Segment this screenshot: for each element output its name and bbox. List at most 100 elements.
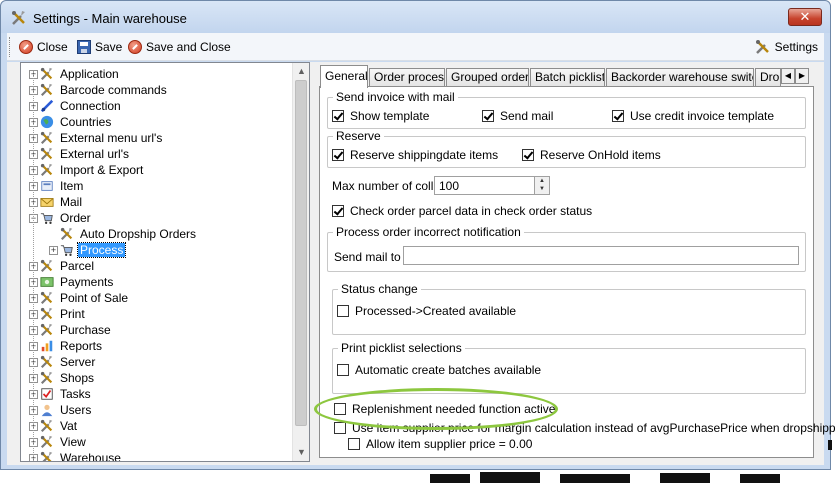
reserve-onhold-label: Reserve OnHold items (540, 148, 661, 162)
tree-item-external-url-s[interactable]: + External url's (29, 146, 131, 162)
tree-item-view[interactable]: + View (29, 434, 88, 450)
users-icon (40, 403, 54, 417)
use-credit-invoice-checkbox[interactable]: Use credit invoice template (612, 109, 774, 123)
toolbar-grip[interactable] (9, 37, 11, 57)
allow-supplier-zero-checkbox[interactable]: Allow item supplier price = 0.00 (348, 437, 532, 451)
tree-item-label: External url's (60, 147, 129, 161)
tree-item-label: Shops (60, 371, 95, 385)
tree-scrollbar[interactable]: ▲ ▼ (292, 63, 309, 461)
tasks-icon (40, 387, 54, 401)
tools-icon (40, 259, 54, 273)
checkbox-unchecked[interactable] (337, 364, 349, 376)
tree-item-label: Auto Dropship Orders (80, 227, 197, 241)
reserve-shippingdate-label: Reserve shippingdate items (350, 148, 499, 162)
show-template-checkbox[interactable]: Show template (332, 109, 429, 123)
stepper-up-icon[interactable]: ▲ (535, 177, 549, 185)
max-colli-stepper[interactable]: ▲ ▼ (534, 176, 550, 195)
checkbox-checked[interactable] (522, 149, 534, 161)
checkbox-unchecked[interactable] (348, 438, 360, 450)
expand-icon[interactable]: + (49, 245, 58, 255)
checkbox-unchecked[interactable] (337, 305, 349, 317)
tree-item-tasks[interactable]: + Tasks (29, 386, 93, 402)
status-change-title: Status change (338, 282, 421, 296)
tree-item-print[interactable]: + Print (29, 306, 87, 322)
checkbox-checked[interactable] (332, 205, 344, 217)
tree-item-item[interactable]: + Item (29, 178, 85, 194)
stepper-down-icon[interactable]: ▼ (535, 185, 549, 193)
tree-item-label: Reports (60, 339, 103, 353)
payments-icon (40, 275, 54, 289)
use-credit-invoice-label: Use credit invoice template (630, 109, 775, 123)
tree-item-mail[interactable]: + Mail (29, 194, 84, 210)
tree-item-purchase[interactable]: + Purchase (29, 322, 113, 338)
tab-backorder-warehouse-switch[interactable]: Backorder warehouse switch (606, 68, 754, 87)
tree-item-warehouse[interactable]: + Warehouse (29, 450, 123, 462)
tree-item-server[interactable]: + Server (29, 354, 97, 370)
tree-item-process[interactable]: + Process (49, 242, 127, 258)
mail-icon (40, 195, 54, 209)
send-mail-checkbox[interactable]: Send mail (482, 109, 553, 123)
tools-icon (40, 451, 54, 461)
tree-item-connection[interactable]: + Connection (29, 98, 123, 114)
tab-grouped-orders[interactable]: Grouped orders (446, 68, 529, 87)
check-parcel-label: Check order parcel data in check order s… (350, 204, 593, 218)
scroll-up-icon[interactable]: ▲ (293, 63, 309, 80)
checkbox-checked[interactable] (332, 149, 344, 161)
checkbox-checked[interactable] (612, 110, 624, 122)
settings-button[interactable]: Settings (755, 38, 818, 56)
checkbox-checked[interactable] (482, 110, 494, 122)
background-fragment (740, 474, 780, 483)
tree-item-import-export[interactable]: + Import & Export (29, 162, 145, 178)
close-button[interactable]: Close (19, 38, 68, 56)
tree-item-external-menu-url-s[interactable]: + External menu url's (29, 130, 164, 146)
reserve-title: Reserve (333, 129, 384, 143)
window-close-button[interactable]: ✕ (788, 8, 822, 26)
tab-order-process[interactable]: Order process (369, 68, 445, 87)
tree-item-label: Parcel (60, 259, 95, 273)
tree-item-point-of-sale[interactable]: + Point of Sale (29, 290, 130, 306)
tree-item-parcel[interactable]: + Parcel (29, 258, 96, 274)
tree-item-order[interactable]: − Order (29, 210, 93, 226)
tree-item-label: Process (76, 242, 127, 258)
tree-item-users[interactable]: + Users (29, 402, 93, 418)
background-fragment (480, 472, 540, 483)
save-icon (77, 40, 91, 54)
tree-item-payments[interactable]: + Payments (29, 274, 115, 290)
tree-item-label: Payments (60, 275, 114, 289)
tools-icon (40, 355, 54, 369)
tree-item-label: Warehouse (60, 451, 121, 462)
processed-created-checkbox[interactable]: Processed->Created available (337, 304, 516, 318)
tab-scroll-right-icon[interactable]: ▶ (795, 68, 809, 84)
tab-general[interactable]: General (320, 65, 368, 88)
tab-scroll-left-icon[interactable]: ◀ (781, 68, 795, 84)
reserve-group: Reserve Reserve shippingdate items Reser… (327, 129, 806, 168)
tab-dropship-truncated[interactable]: Dro (755, 68, 781, 87)
background-fragment (828, 440, 832, 450)
tools-icon (40, 371, 54, 385)
window-title: Settings - Main warehouse (33, 11, 187, 26)
tools-icon (40, 163, 54, 177)
tree-item-reports[interactable]: + Reports (29, 338, 104, 354)
tab-batch-picklist[interactable]: Batch picklist (530, 68, 605, 87)
checkbox-checked[interactable] (332, 110, 344, 122)
print-picklist-group: Print picklist selections Automatic crea… (332, 341, 806, 394)
reserve-onhold-checkbox[interactable]: Reserve OnHold items (522, 148, 661, 162)
auto-batches-checkbox[interactable]: Automatic create batches available (337, 363, 541, 377)
tree-item-application[interactable]: + Application (29, 66, 121, 82)
tree-item-auto-dropship-orders[interactable]: Auto Dropship Orders (49, 226, 198, 242)
scroll-down-icon[interactable]: ▼ (293, 444, 309, 461)
check-parcel-checkbox[interactable]: Check order parcel data in check order s… (332, 204, 592, 218)
item-icon (40, 179, 54, 193)
save-button[interactable]: Save (77, 38, 122, 56)
save-and-close-button[interactable]: Save and Close (128, 38, 231, 56)
tree-item-countries[interactable]: + Countries (29, 114, 113, 130)
scroll-thumb[interactable] (295, 80, 307, 426)
reserve-shippingdate-checkbox[interactable]: Reserve shippingdate items (332, 148, 498, 162)
tree-item-barcode-commands[interactable]: + Barcode commands (29, 82, 169, 98)
tools-icon (755, 40, 769, 54)
send-mail-to-input[interactable] (403, 246, 799, 265)
max-colli-input[interactable]: 100 (434, 176, 538, 195)
tree-item-vat[interactable]: + Vat (29, 418, 79, 434)
checkbox-unchecked[interactable] (334, 422, 346, 434)
tree-item-shops[interactable]: + Shops (29, 370, 96, 386)
